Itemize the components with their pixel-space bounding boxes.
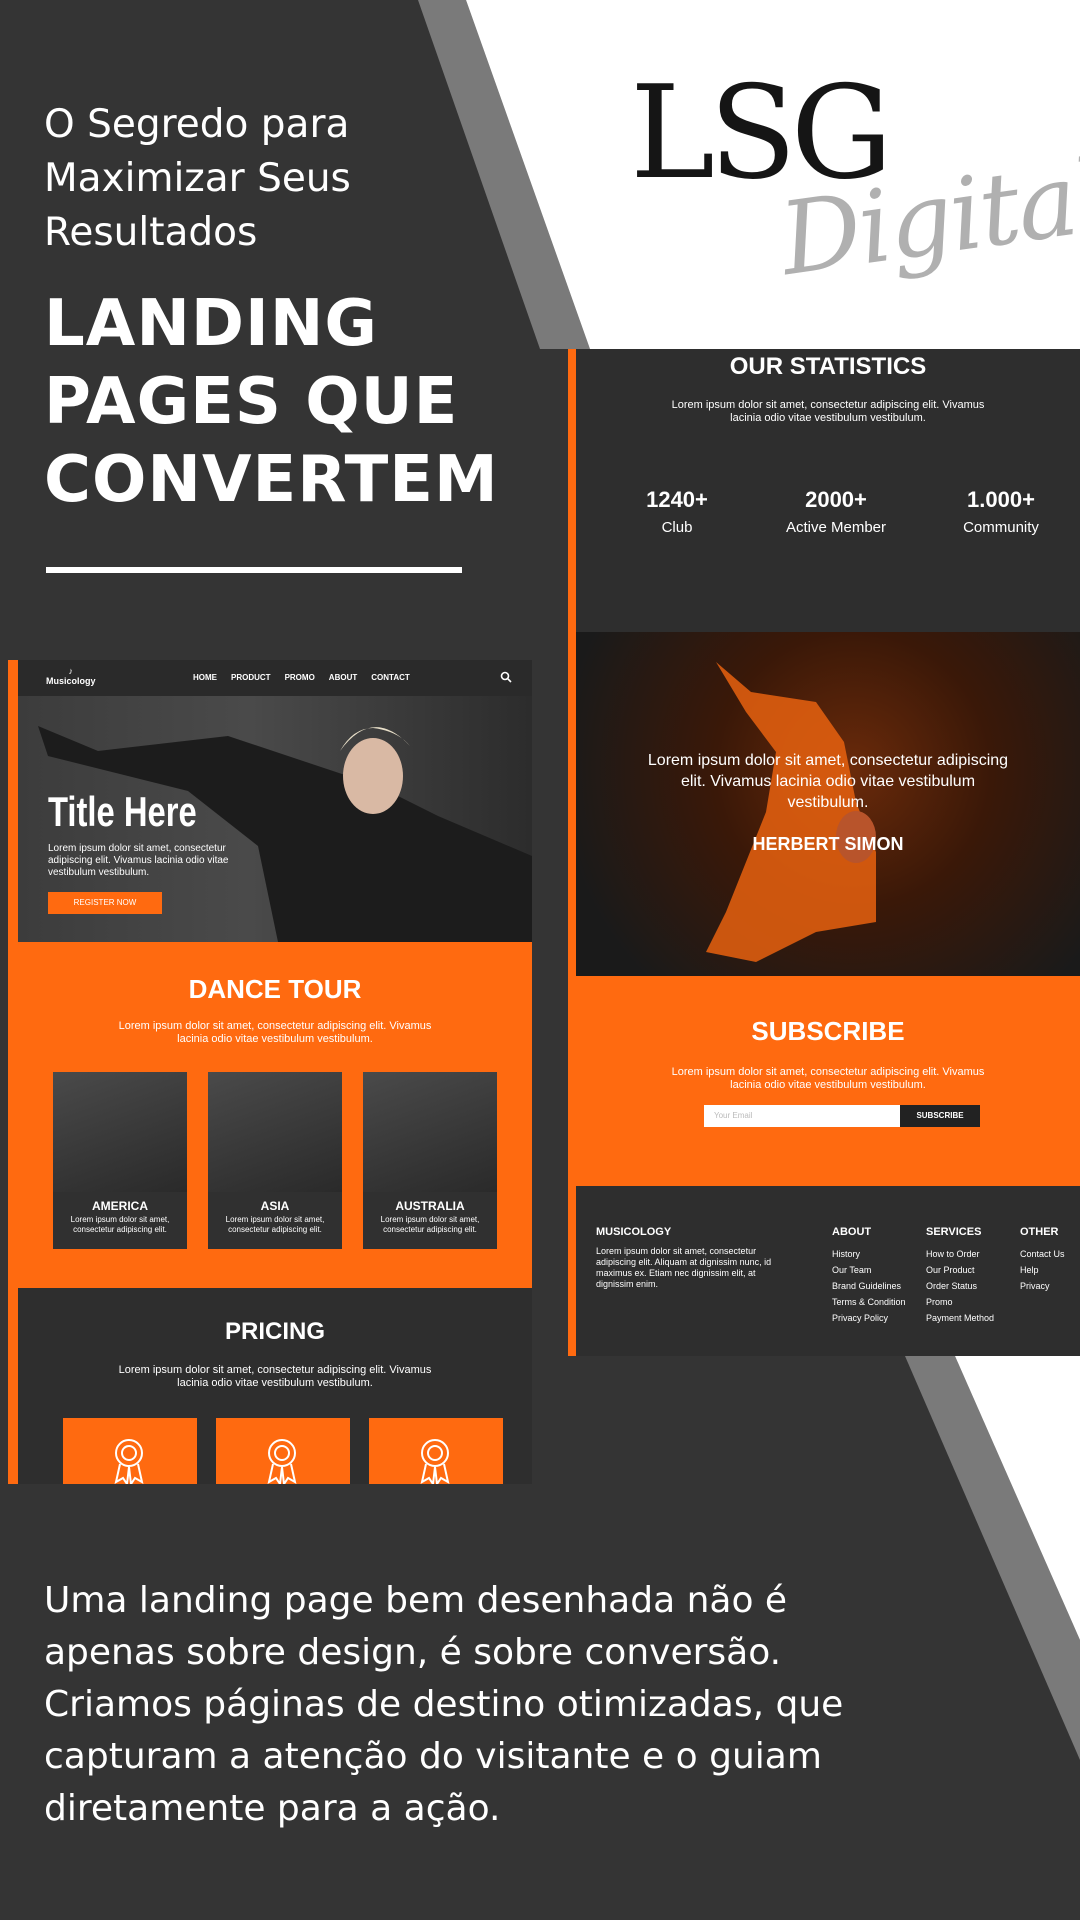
subscribe-title: SUBSCRIBE — [751, 1016, 905, 1046]
award-icon — [267, 1439, 297, 1484]
footer-about-text: Lorem ipsum dolor sit amet, consectetur … — [596, 1246, 772, 1289]
navbar: ♪ Musicology HOME PRODUCT PROMO ABOUT CO… — [18, 660, 532, 696]
stat-label: Active Member — [785, 519, 887, 536]
footer-link[interactable]: History — [832, 1246, 906, 1262]
footer-link[interactable]: How to Order — [926, 1246, 994, 1262]
tour-card-name: ASIA — [260, 1199, 290, 1213]
footer-column-other: OTHER Contact Us Help Privacy — [1020, 1226, 1065, 1294]
landing-page-mockup-right: OUR STATISTICS Lorem ipsum dolor sit ame… — [568, 349, 1080, 1356]
award-icon — [420, 1439, 450, 1484]
music-note-icon: ♪ — [68, 666, 74, 676]
footer-link[interactable]: Privacy Policy — [832, 1310, 906, 1326]
tour-card-name: AMERICA — [92, 1199, 148, 1213]
headline: LANDING PAGES QUE CONVERTEM — [44, 287, 499, 517]
nav-link-about[interactable]: ABOUT — [329, 673, 357, 682]
register-button[interactable]: REGISTER NOW — [48, 892, 162, 914]
footer-link[interactable]: Order Status — [926, 1278, 994, 1294]
tour-card-text: Lorem ipsum dolor sit amet, consectetur … — [70, 1215, 170, 1234]
footer-link[interactable]: Brand Guidelines — [832, 1278, 906, 1294]
headline-divider — [46, 567, 462, 573]
tour-card-image — [208, 1072, 342, 1192]
tour-card-name: AUSTRALIA — [395, 1199, 465, 1213]
nav-link-contact[interactable]: CONTACT — [371, 673, 410, 682]
subscribe-button[interactable]: SUBSCRIBE — [900, 1105, 980, 1127]
tour-card-text: Lorem ipsum dolor sit amet, consectetur … — [380, 1215, 480, 1234]
tour-card-text: Lorem ipsum dolor sit amet, consectetur … — [225, 1215, 325, 1234]
nav-link-home[interactable]: HOME — [193, 673, 217, 682]
footer-column-title: ABOUT — [832, 1226, 872, 1238]
stat-label: Club — [661, 519, 693, 536]
tour-card-asia[interactable]: ASIA Lorem ipsum dolor sit amet, consect… — [208, 1072, 342, 1249]
stat-value: 2000+ — [805, 487, 867, 512]
footer-column-about: ABOUT History Our Team Brand Guidelines … — [832, 1226, 906, 1326]
stat-value: 1.000+ — [967, 487, 1035, 512]
footer-link[interactable]: Help — [1020, 1262, 1065, 1278]
footer-brand-name: MUSICOLOGY — [596, 1226, 672, 1238]
hero-title: Title Here — [48, 788, 197, 835]
footer-column-title: SERVICES — [926, 1226, 982, 1238]
tour-card-america[interactable]: AMERICA Lorem ipsum dolor sit amet, cons… — [53, 1072, 187, 1249]
footer-link[interactable]: Our Product — [926, 1262, 994, 1278]
subscribe-section: SUBSCRIBE Lorem ipsum dolor sit amet, co… — [576, 976, 1080, 1186]
footer-link[interactable]: Promo — [926, 1294, 994, 1310]
stat-value: 1240+ — [646, 487, 708, 512]
dance-tour-title: DANCE TOUR — [188, 974, 362, 1004]
stat-active-member: 2000+ Active Member — [761, 487, 911, 536]
pricing-card[interactable] — [216, 1418, 350, 1484]
statistics-text: Lorem ipsum dolor sit amet, consectetur … — [671, 399, 985, 424]
dance-tour-text: Lorem ipsum dolor sit amet, consectetur … — [118, 1020, 432, 1045]
testimonial-author: HERBERT SIMON — [752, 834, 904, 854]
nav-link-product[interactable]: PRODUCT — [231, 673, 271, 682]
nav-link-promo[interactable]: PROMO — [285, 673, 315, 682]
search-icon[interactable] — [500, 671, 512, 683]
footer-brand: MUSICOLOGY Lorem ipsum dolor sit amet, c… — [596, 1226, 776, 1290]
pricing-title: PRICING — [224, 1318, 325, 1345]
footer-link[interactable]: Contact Us — [1020, 1246, 1065, 1262]
landing-page-mockup-left: ♪ Musicology HOME PRODUCT PROMO ABOUT CO… — [8, 660, 532, 1484]
footer-link[interactable]: Privacy — [1020, 1278, 1065, 1294]
tour-card-image — [363, 1072, 497, 1192]
tagline: O Segredo para Maximizar Seus Resultados — [44, 102, 351, 255]
footer-column-services: SERVICES How to Order Our Product Order … — [926, 1226, 994, 1326]
footer-column-title: OTHER — [1020, 1226, 1059, 1238]
nav-logo-text: Musicology — [46, 676, 96, 686]
stat-community: 1.000+ Community — [926, 487, 1076, 536]
testimonial-section: Lorem ipsum dolor sit amet, consectetur … — [576, 632, 1080, 976]
tour-card-australia[interactable]: AUSTRALIA Lorem ipsum dolor sit amet, co… — [363, 1072, 497, 1249]
tour-card-image — [53, 1072, 187, 1192]
statistics-title: OUR STATISTICS — [729, 353, 927, 380]
footer-link[interactable]: Payment Method — [926, 1310, 994, 1326]
pricing-card[interactable] — [369, 1418, 503, 1484]
footer-link[interactable]: Terms & Condition — [832, 1294, 906, 1310]
body-text: Uma landing page bem desenhada não é ape… — [44, 1580, 844, 1829]
hero-text: Lorem ipsum dolor sit amet, consectetur … — [48, 843, 229, 878]
pricing-card[interactable] — [63, 1418, 197, 1484]
footer-link[interactable]: Our Team — [832, 1262, 906, 1278]
email-input[interactable]: Your Email — [704, 1105, 900, 1127]
stat-club: 1240+ Club — [602, 487, 752, 536]
pricing-text: Lorem ipsum dolor sit amet, consectetur … — [118, 1364, 432, 1389]
subscribe-text: Lorem ipsum dolor sit amet, consectetur … — [671, 1066, 985, 1091]
dance-tour-section: DANCE TOUR Lorem ipsum dolor sit amet, c… — [18, 942, 532, 1288]
nav-links: HOME PRODUCT PROMO ABOUT CONTACT — [193, 673, 410, 682]
testimonial-quote: Lorem ipsum dolor sit amet, consectetur … — [647, 752, 1009, 811]
award-icon — [114, 1439, 144, 1484]
stat-label: Community — [963, 519, 1039, 536]
nav-logo[interactable]: ♪ Musicology — [46, 666, 96, 686]
